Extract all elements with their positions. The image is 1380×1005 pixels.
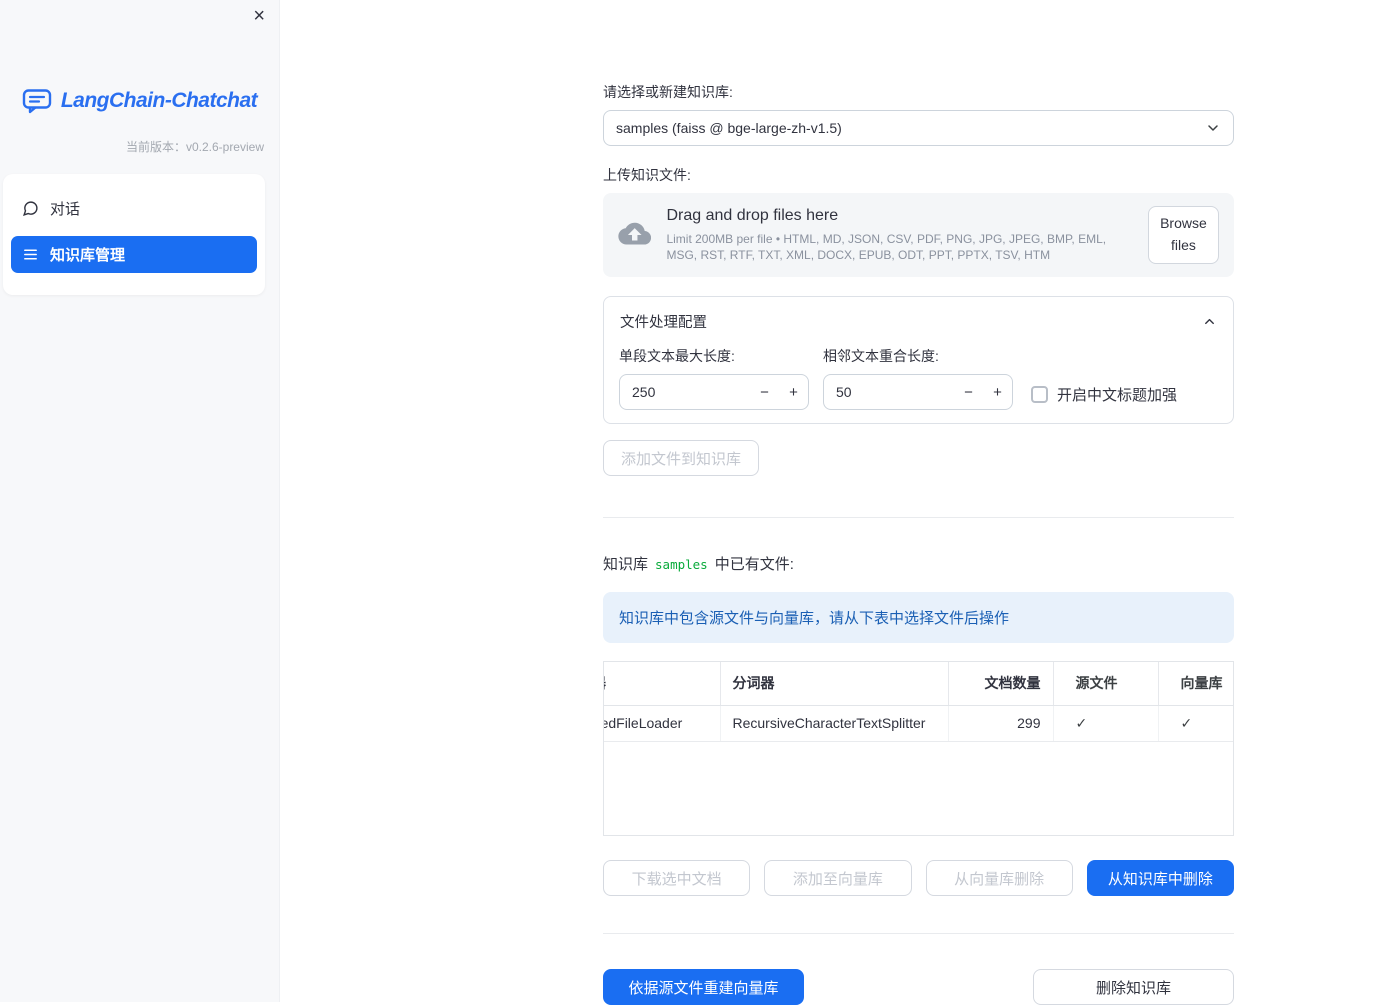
- existing-files-heading: 知识库 samples 中已有文件:: [603, 553, 1234, 574]
- dropzone-hint: Limit 200MB per file • HTML, MD, JSON, C…: [666, 231, 1107, 262]
- chunk-size-decrement-button[interactable]: −: [750, 384, 779, 401]
- files-table[interactable]: 文档加载器 分词器 文档数量 源文件 向量库 UnstructuredFileL…: [603, 661, 1234, 836]
- delete-kb-button[interactable]: 删除知识库: [1033, 969, 1234, 1005]
- logo-chat-icon: [22, 89, 52, 114]
- chunk-size-field: 单段文本最大长度: 250 − +: [619, 346, 809, 410]
- overlap-size-decrement-button[interactable]: −: [954, 384, 983, 401]
- chunk-size-value[interactable]: 250: [620, 384, 750, 400]
- expander-body: 单段文本最大长度: 250 − + 相邻文本重合长度: 50 − + 开启中文标…: [604, 338, 1233, 423]
- col-header-splitter[interactable]: 分词器: [720, 662, 949, 706]
- dropzone-texts: Drag and drop files here Limit 200MB per…: [666, 207, 1132, 263]
- upload-label: 上传知识文件:: [603, 167, 691, 183]
- main-content: 请选择或新建知识库: samples (faiss @ bge-large-zh…: [280, 0, 1380, 1005]
- table-header-row: 文档加载器 分词器 文档数量 源文件 向量库: [604, 662, 1233, 706]
- cell-splitter: RecursiveCharacterTextSplitter: [720, 705, 949, 742]
- kb-select[interactable]: samples (faiss @ bge-large-zh-v1.5): [603, 110, 1234, 146]
- sidebar-item-chat[interactable]: 对话: [11, 190, 257, 227]
- cell-vector-store-check: ✓: [1158, 705, 1233, 742]
- add-files-to-kb-button[interactable]: 添加文件到知识库: [603, 440, 760, 476]
- chinese-title-enhance-checkbox[interactable]: [1031, 385, 1048, 403]
- file-actions-row: 下载选中文档 添加至向量库 从向量库删除 从知识库中删除: [603, 860, 1234, 896]
- col-header-doc-count[interactable]: 文档数量: [948, 662, 1054, 706]
- app-logo: LangChain-Chatchat: [0, 88, 279, 114]
- col-header-loader[interactable]: 文档加载器: [604, 662, 721, 706]
- download-selected-button[interactable]: 下载选中文档: [603, 860, 751, 896]
- rebuild-vector-store-button[interactable]: 依据源文件重建向量库: [603, 969, 804, 1005]
- chevron-up-icon: [1202, 314, 1217, 329]
- delete-from-kb-button[interactable]: 从知识库中删除: [1086, 860, 1234, 896]
- browse-files-button[interactable]: Browse files: [1147, 206, 1219, 264]
- chinese-title-enhance-label: 开启中文标题加强: [1057, 386, 1178, 404]
- overlap-size-increment-button[interactable]: +: [983, 384, 1012, 401]
- sidebar: × LangChain-Chatchat 当前版本：v0.2.6-preview…: [0, 0, 280, 1002]
- cell-source-file-check: ✓: [1053, 705, 1159, 742]
- delete-from-vector-store-button[interactable]: 从向量库删除: [925, 860, 1073, 896]
- cloud-upload-icon: [618, 222, 652, 245]
- overlap-size-label: 相邻文本重合长度:: [823, 348, 939, 364]
- cell-doc-count: 299: [948, 705, 1054, 742]
- kb-select-value: samples (faiss @ bge-large-zh-v1.5): [616, 120, 842, 136]
- file-dropzone[interactable]: Drag and drop files here Limit 200MB per…: [603, 193, 1234, 277]
- divider: [603, 933, 1234, 934]
- kb-name-code: samples: [655, 557, 708, 572]
- existing-files-prefix: 知识库: [603, 556, 649, 573]
- table-row[interactable]: UnstructuredFileLoader RecursiveCharacte…: [604, 705, 1233, 742]
- dropzone-title: Drag and drop files here: [666, 206, 839, 224]
- chunk-size-input[interactable]: 250 − +: [619, 374, 809, 410]
- expander-title: 文件处理配置: [620, 315, 707, 331]
- table-empty-area: [604, 741, 1233, 835]
- info-banner: 知识库中包含源文件与向量库，请从下表中选择文件后操作: [603, 592, 1234, 643]
- list-icon: [24, 249, 37, 260]
- chinese-title-enhance-field: 开启中文标题加强: [1031, 378, 1177, 410]
- existing-files-suffix: 中已有文件:: [714, 556, 794, 573]
- add-to-vector-store-button[interactable]: 添加至向量库: [764, 860, 912, 896]
- chat-bubble-icon: [23, 201, 38, 216]
- chevron-down-icon: [1205, 120, 1221, 136]
- file-config-expander: 文件处理配置 单段文本最大长度: 250 − + 相邻文本重合长度: 50 − …: [603, 296, 1234, 424]
- expander-header[interactable]: 文件处理配置: [604, 297, 1233, 338]
- chunk-size-increment-button[interactable]: +: [779, 384, 808, 401]
- nav-label-knowledge-base: 知识库管理: [50, 247, 126, 264]
- sidebar-item-knowledge-base[interactable]: 知识库管理: [11, 236, 257, 273]
- sidebar-nav: 对话 知识库管理: [3, 174, 265, 295]
- overlap-size-value[interactable]: 50: [824, 384, 954, 400]
- divider: [603, 517, 1234, 518]
- col-header-vector-store[interactable]: 向量库: [1158, 662, 1233, 706]
- kb-actions-row: 依据源文件重建向量库 删除知识库: [603, 969, 1234, 1005]
- overlap-size-field: 相邻文本重合长度: 50 − +: [823, 346, 1013, 410]
- kb-select-label: 请选择或新建知识库:: [603, 84, 733, 100]
- cell-loader: UnstructuredFileLoader: [604, 705, 721, 742]
- nav-label-chat: 对话: [50, 201, 81, 218]
- col-header-source-file[interactable]: 源文件: [1053, 662, 1159, 706]
- overlap-size-input[interactable]: 50 − +: [823, 374, 1013, 410]
- version-text: 当前版本：v0.2.6-preview: [125, 140, 264, 154]
- sidebar-close-icon[interactable]: ×: [253, 6, 265, 26]
- chunk-size-label: 单段文本最大长度:: [619, 348, 735, 364]
- logo-text: LangChain-Chatchat: [60, 89, 258, 112]
